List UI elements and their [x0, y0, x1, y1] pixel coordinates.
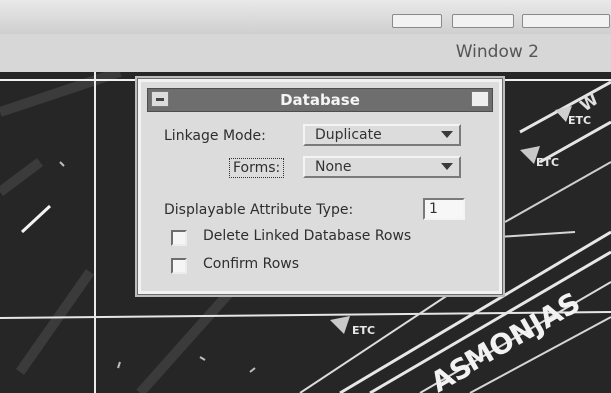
toolbar-segment[interactable]	[522, 14, 610, 28]
forms-label: Forms:	[229, 158, 285, 178]
delete-linked-rows-checkbox[interactable]	[171, 230, 187, 246]
maximize-icon[interactable]	[471, 91, 489, 107]
dialog-titlebar[interactable]: Database	[147, 88, 493, 112]
linkage-mode-dropdown[interactable]: Duplicate	[303, 124, 461, 146]
forms-dropdown[interactable]: None	[303, 156, 461, 178]
dialog-title: Database	[280, 91, 360, 109]
map-label-etc: ETC	[352, 324, 375, 337]
attribute-type-label: Displayable Attribute Type:	[164, 202, 354, 218]
chevron-down-icon	[441, 163, 453, 170]
map-label-etc: ETC	[568, 114, 591, 127]
map-label-street: W	[576, 89, 602, 115]
toolbar-segment[interactable]	[452, 14, 514, 28]
chevron-down-icon	[441, 131, 453, 138]
delete-linked-rows-label: Delete Linked Database Rows	[203, 228, 412, 244]
confirm-rows-label: Confirm Rows	[203, 256, 300, 272]
window-titlebar[interactable]: Window 2	[0, 34, 611, 74]
map-label-etc: ETC	[536, 156, 559, 169]
linkage-mode-label: Linkage Mode:	[164, 128, 266, 144]
confirm-rows-checkbox[interactable]	[171, 258, 187, 274]
toolbar-segment[interactable]	[392, 14, 442, 28]
window-title: Window 2	[455, 42, 539, 62]
linkage-mode-value: Duplicate	[315, 127, 382, 143]
forms-value: None	[315, 159, 352, 175]
top-toolbar-strip	[0, 0, 611, 35]
attribute-type-input[interactable]: 1	[423, 198, 465, 220]
database-dialog[interactable]: Database Linkage Mode: Duplicate Forms: …	[138, 79, 502, 294]
